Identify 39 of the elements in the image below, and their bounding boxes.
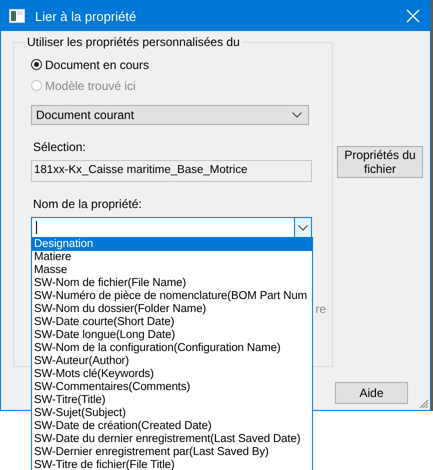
list-item[interactable]: SW-Numéro de pièce de nomenclature(BOM Part Num [32,290,312,303]
window-title: Lier à la propriété [35,8,138,24]
source-dropdown[interactable]: Document courant [31,105,309,125]
dropdown-value: Document courant [36,108,134,122]
list-item[interactable]: Designation [32,238,312,251]
list-item[interactable]: SW-Nom de fichier(File Name) [32,277,312,290]
list-item[interactable]: SW-Mots clé(Keywords) [32,368,312,381]
property-combobox[interactable] [31,217,312,238]
selection-field: 181xx-Kx_Caisse maritime_Base_Motrice [31,160,312,182]
window-icon [9,9,25,23]
list-item[interactable]: SW-Date du dernier enregistrement(Last Saved Date) [32,433,312,446]
text-cursor [36,221,37,234]
list-item[interactable]: SW-Commentaires(Comments) [32,381,312,394]
resize-grip-icon[interactable] [417,397,429,409]
list-item[interactable]: Masse [32,264,312,277]
file-properties-button[interactable]: Propriétés du fichier [337,146,423,178]
list-item[interactable]: SW-Auteur(Author) [32,355,312,368]
field-label: Nom de la propriété: [32,197,143,211]
help-button[interactable]: Aide [335,382,408,404]
dropdown-button[interactable] [294,218,311,237]
field-label: Sélection: [32,140,87,154]
close-icon[interactable] [406,9,420,23]
radio-button[interactable] [31,59,42,70]
list-item[interactable]: SW-Titre(Title) [32,394,312,407]
chevron-icon [292,112,302,118]
option-label: re [315,302,326,316]
list-item[interactable]: SW-Nom de la configuration(Configuration Name) [32,342,312,355]
list-item[interactable]: SW-Dernier enregistrement par(Last Saved By) [32,446,312,459]
radio-label: Document en cours [45,58,150,72]
list-item[interactable]: SW-Date courte(Short Date) [32,316,312,329]
chevron-icon [298,224,308,230]
list-item[interactable]: SW-Titre de fichier(File Title) [32,459,312,470]
list-item[interactable]: SW-Date longue(Long Date) [32,329,312,342]
list-item[interactable]: Matiere [32,251,312,264]
list-item[interactable]: SW-Date de création(Created Date) [32,420,312,433]
list-item[interactable]: SW-Nom du dossier(Folder Name) [32,303,312,316]
group-title: Utiliser les propriétés personnalisées du [26,35,241,49]
radio-label: Modèle trouvé ici [45,78,136,92]
list-item[interactable]: SW-Sujet(Subject) [32,407,312,420]
